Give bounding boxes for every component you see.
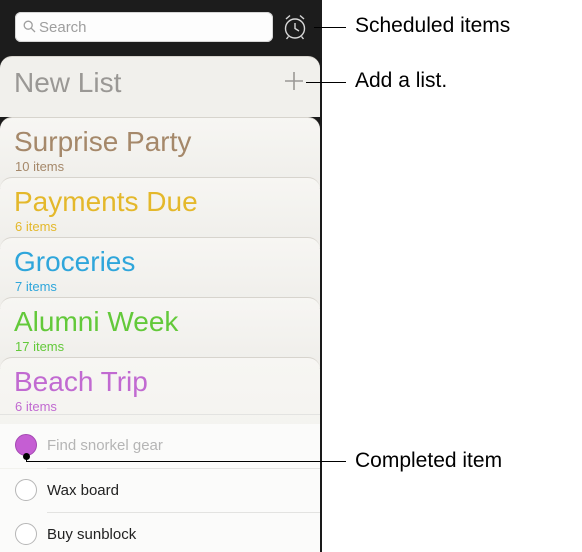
callout-line-completed <box>26 461 346 462</box>
alarm-clock-icon[interactable] <box>282 13 308 41</box>
search-input[interactable] <box>39 12 267 42</box>
list-title: Alumni Week <box>14 306 179 337</box>
list-title: Groceries <box>14 246 136 277</box>
divider <box>0 414 320 415</box>
plus-icon[interactable] <box>284 71 304 91</box>
list-count: 7 items <box>15 279 57 294</box>
callout-add-list: Add a list. <box>355 69 448 92</box>
search-field[interactable] <box>15 12 273 42</box>
reminder-label: Buy sunblock <box>47 526 137 543</box>
callout-line-scheduled <box>314 27 346 28</box>
new-list-row[interactable]: New List <box>0 56 320 117</box>
list-count: 10 items <box>15 159 65 174</box>
top-bar <box>0 0 322 58</box>
list-count: 6 items <box>15 219 57 234</box>
callout-line-add-list <box>306 82 346 83</box>
checkbox[interactable] <box>15 523 37 545</box>
reminder-label: Find snorkel gear <box>47 437 163 454</box>
callout-scheduled-items: Scheduled items <box>355 14 511 37</box>
reminders-screen: New List Surprise Party 10 items Payment… <box>0 0 322 552</box>
list-count: 17 items <box>15 339 65 354</box>
list-title: Beach Trip <box>14 366 148 397</box>
new-list-label: New List <box>14 67 122 98</box>
list-count: 6 items <box>15 399 57 414</box>
list-title: Surprise Party <box>14 126 192 157</box>
reminder-label: Wax board <box>47 482 119 499</box>
callout-completed-item: Completed item <box>355 449 503 472</box>
search-icon <box>23 20 36 33</box>
reminder-item[interactable]: Buy sunblock <box>0 513 320 552</box>
checkbox[interactable] <box>15 479 37 501</box>
list-title: Payments Due <box>14 186 198 217</box>
reminder-item[interactable]: Wax board <box>0 469 320 513</box>
